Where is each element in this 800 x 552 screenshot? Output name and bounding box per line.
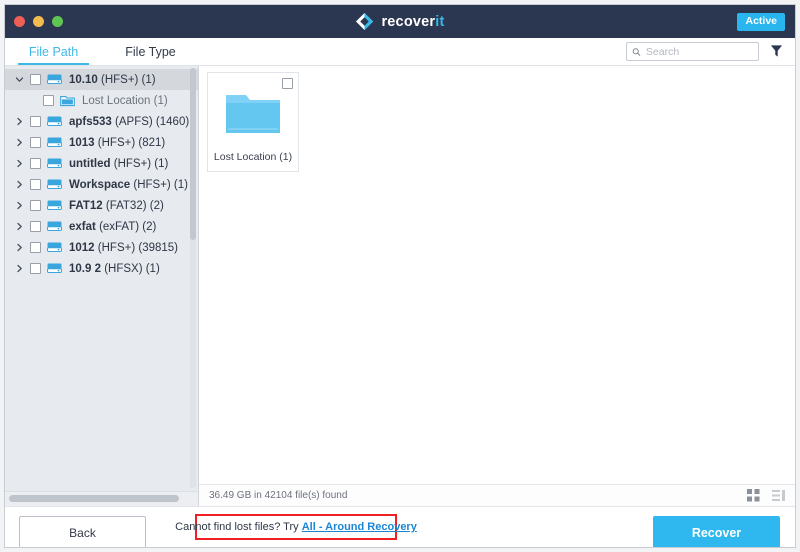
view-toggle-group	[747, 489, 785, 502]
minimize-window-icon[interactable]	[33, 16, 44, 27]
tree-item-label: FAT12 (FAT32) (2)	[69, 199, 164, 212]
file-tile-label: Lost Location (1)	[213, 151, 293, 163]
list-view-icon[interactable]	[772, 489, 785, 502]
tree-item-label: untitled (HFS+) (1)	[69, 157, 169, 170]
sidebar: 10.10 (HFS+) (1) Lost Location (1) apfs5…	[5, 66, 199, 506]
all-around-recovery-link[interactable]: All - Around Recovery	[302, 521, 417, 533]
tree-item-apfs533[interactable]: apfs533 (APFS) (1460)	[5, 111, 198, 132]
file-tile-lost-location[interactable]: Lost Location (1)	[207, 72, 299, 172]
sidebar-horizontal-scrollbar-thumb[interactable]	[9, 495, 179, 502]
search-box[interactable]	[626, 42, 759, 61]
tree-checkbox[interactable]	[30, 137, 41, 148]
title-bar: recoverit Active	[5, 5, 795, 38]
drive-icon	[47, 115, 63, 129]
tree-item-workspace[interactable]: Workspace (HFS+) (1)	[5, 174, 198, 195]
back-button[interactable]: Back	[19, 516, 146, 547]
tree-item-label: Workspace (HFS+) (1)	[69, 178, 188, 191]
tree-item-label: 10.10 (HFS+) (1)	[69, 73, 156, 86]
chevron-down-icon[interactable]	[15, 75, 24, 84]
chevron-right-icon[interactable]	[15, 138, 24, 147]
tree-item-label: exfat (exFAT) (2)	[69, 220, 157, 233]
sidebar-vertical-scrollbar-thumb[interactable]	[190, 68, 196, 240]
tree-item-1012[interactable]: 1012 (HFS+) (39815)	[5, 237, 198, 258]
filter-funnel-icon[interactable]	[770, 44, 783, 58]
tree-item-10-9-2[interactable]: 10.9 2 (HFSX) (1)	[5, 258, 198, 279]
brand-name: recoverit	[381, 14, 444, 30]
drive-icon	[47, 73, 63, 87]
brand-name-primary: recover	[381, 13, 436, 30]
content-pane: Lost Location (1) 36.49 GB in 42104 file…	[199, 66, 795, 506]
drive-icon	[47, 199, 63, 213]
grid-view-icon[interactable]	[747, 489, 760, 502]
tree-checkbox[interactable]	[30, 221, 41, 232]
drive-icon	[47, 178, 63, 192]
close-window-icon[interactable]	[14, 16, 25, 27]
status-text: 36.49 GB in 42104 file(s) found	[209, 490, 348, 501]
tree-checkbox[interactable]	[30, 74, 41, 85]
hint-prefix: Cannot find lost files? Try	[175, 521, 302, 533]
drive-icon	[47, 157, 63, 171]
body-split: 10.10 (HFS+) (1) Lost Location (1) apfs5…	[5, 66, 795, 506]
tree-checkbox[interactable]	[43, 95, 54, 106]
chevron-right-icon[interactable]	[15, 117, 24, 126]
tree-item-label: 10.9 2 (HFSX) (1)	[69, 262, 160, 275]
chevron-right-icon[interactable]	[15, 222, 24, 231]
recoverit-logo-icon	[356, 12, 374, 31]
hint-callout: Cannot find lost files? Try All - Around…	[175, 514, 417, 540]
hint-text: Cannot find lost files? Try All - Around…	[175, 521, 417, 533]
maximize-window-icon[interactable]	[52, 16, 63, 27]
tab-file-path[interactable]: File Path	[5, 38, 102, 65]
chevron-right-icon[interactable]	[15, 159, 24, 168]
tab-file-type[interactable]: File Type	[102, 38, 199, 65]
tree-checkbox[interactable]	[30, 116, 41, 127]
chevron-right-icon[interactable]	[15, 201, 24, 210]
brand-name-accent: it	[435, 13, 445, 30]
file-tile-checkbox[interactable]	[282, 78, 293, 89]
status-bar: 36.49 GB in 42104 file(s) found	[199, 484, 795, 506]
footer-bar: Back Cannot find lost files? Try All - A…	[5, 506, 795, 547]
chevron-right-icon[interactable]	[15, 264, 24, 273]
brand: recoverit	[5, 5, 795, 38]
tab-bar: File Path File Type	[5, 38, 795, 66]
file-grid: Lost Location (1)	[199, 66, 795, 484]
tree-item-10-10[interactable]: 10.10 (HFS+) (1)	[5, 69, 198, 90]
device-tree: 10.10 (HFS+) (1) Lost Location (1) apfs5…	[5, 66, 198, 279]
tree-item-fat12[interactable]: FAT12 (FAT32) (2)	[5, 195, 198, 216]
search-input[interactable]	[645, 45, 758, 58]
window-controls	[14, 16, 63, 27]
drive-icon	[47, 241, 63, 255]
folder-icon	[224, 90, 282, 141]
folder-icon	[60, 94, 76, 108]
recover-button[interactable]: Recover	[653, 516, 780, 547]
chevron-right-icon[interactable]	[15, 180, 24, 189]
tree-checkbox[interactable]	[30, 242, 41, 253]
tree-item-label: 1012 (HFS+) (39815)	[69, 241, 179, 254]
tree-item-1013[interactable]: 1013 (HFS+) (821)	[5, 132, 198, 153]
tree-checkbox[interactable]	[30, 158, 41, 169]
tree-checkbox[interactable]	[30, 179, 41, 190]
drive-icon	[47, 262, 63, 276]
drive-icon	[47, 136, 63, 150]
tree-item-label: 1013 (HFS+) (821)	[69, 136, 166, 149]
tree-item-label: apfs533 (APFS) (1460)	[69, 115, 190, 128]
tree-item-exfat[interactable]: exfat (exFAT) (2)	[5, 216, 198, 237]
tree-item-label: Lost Location (1)	[82, 94, 168, 107]
tree-checkbox[interactable]	[30, 200, 41, 211]
chevron-right-icon[interactable]	[15, 243, 24, 252]
tree-item-untitled[interactable]: untitled (HFS+) (1)	[5, 153, 198, 174]
search-icon	[632, 47, 641, 56]
app-root: recoverit Active File Path File Type Sea…	[0, 0, 800, 552]
tree-checkbox[interactable]	[30, 263, 41, 274]
drive-icon	[47, 220, 63, 234]
status-badge[interactable]: Active	[737, 13, 785, 31]
tree-item-lost-location[interactable]: Lost Location (1)	[5, 90, 198, 111]
application-window: recoverit Active File Path File Type Sea…	[4, 4, 796, 548]
